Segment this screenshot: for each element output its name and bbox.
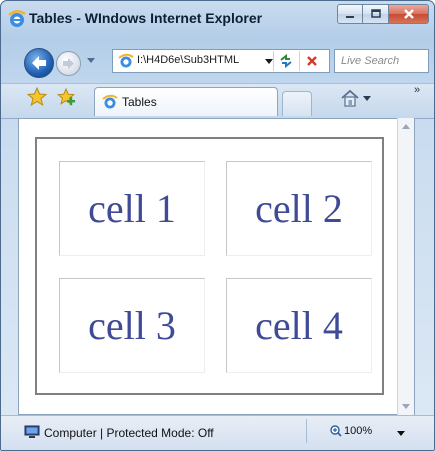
zoom-dropdown-icon[interactable] bbox=[397, 431, 405, 436]
close-button[interactable] bbox=[389, 4, 429, 24]
more-commands-chevron-icon[interactable]: » bbox=[414, 84, 420, 96]
scroll-down-icon[interactable] bbox=[402, 404, 410, 409]
address-input[interactable]: I:\H4D6e\Sub3HTML bbox=[137, 54, 239, 66]
security-zone-text[interactable]: Computer | Protected Mode: Off bbox=[44, 426, 214, 440]
table-cell: cell 4 bbox=[226, 278, 372, 373]
maximize-button[interactable] bbox=[363, 4, 389, 24]
search-box[interactable]: Live Search bbox=[334, 49, 429, 73]
ie-logo-icon bbox=[8, 10, 26, 27]
recent-pages-dropdown-icon[interactable] bbox=[87, 58, 95, 63]
zoom-level[interactable]: 100% bbox=[344, 425, 372, 437]
vertical-scrollbar[interactable] bbox=[397, 118, 414, 415]
stop-icon bbox=[307, 56, 317, 66]
maximize-icon bbox=[370, 9, 381, 18]
home-icon[interactable] bbox=[339, 87, 361, 109]
table-cell: cell 2 bbox=[226, 161, 372, 256]
stop-button[interactable] bbox=[299, 51, 324, 71]
zoom-icon[interactable] bbox=[330, 425, 342, 437]
forward-arrow-icon bbox=[63, 58, 74, 69]
browser-window: Tables - WIndows Internet Explorer I:\H4… bbox=[0, 0, 435, 451]
refresh-icon bbox=[280, 53, 292, 69]
table-cell: cell 1 bbox=[59, 161, 205, 256]
refresh-button[interactable] bbox=[273, 51, 298, 71]
page-table: cell 1 cell 2 cell 3 cell 4 bbox=[35, 137, 384, 395]
tab-tables[interactable]: Tables bbox=[94, 87, 278, 116]
add-favorites-icon[interactable] bbox=[56, 87, 76, 107]
ie-page-icon bbox=[118, 53, 134, 68]
window-title: Tables - WIndows Internet Explorer bbox=[29, 10, 263, 26]
table-cell: cell 3 bbox=[59, 278, 205, 373]
status-separator bbox=[306, 419, 307, 443]
close-icon bbox=[403, 9, 414, 19]
minimize-icon bbox=[346, 16, 354, 18]
tab-label: Tables bbox=[122, 95, 157, 109]
forward-button[interactable] bbox=[56, 51, 81, 76]
minimize-button[interactable] bbox=[337, 4, 363, 24]
scroll-up-icon[interactable] bbox=[402, 124, 410, 129]
search-input[interactable]: Live Search bbox=[341, 55, 399, 67]
favorites-star-icon[interactable] bbox=[27, 87, 47, 107]
new-tab-button[interactable] bbox=[282, 91, 312, 116]
page-content: cell 1 cell 2 cell 3 cell 4 bbox=[18, 118, 415, 415]
back-arrow-icon bbox=[32, 56, 46, 70]
address-dropdown-icon[interactable] bbox=[265, 59, 273, 64]
back-button[interactable] bbox=[24, 48, 54, 78]
computer-zone-icon bbox=[24, 425, 40, 438]
ie-page-icon bbox=[102, 94, 118, 109]
home-dropdown-icon[interactable] bbox=[363, 96, 371, 101]
address-bar[interactable]: I:\H4D6e\Sub3HTML bbox=[112, 49, 330, 73]
